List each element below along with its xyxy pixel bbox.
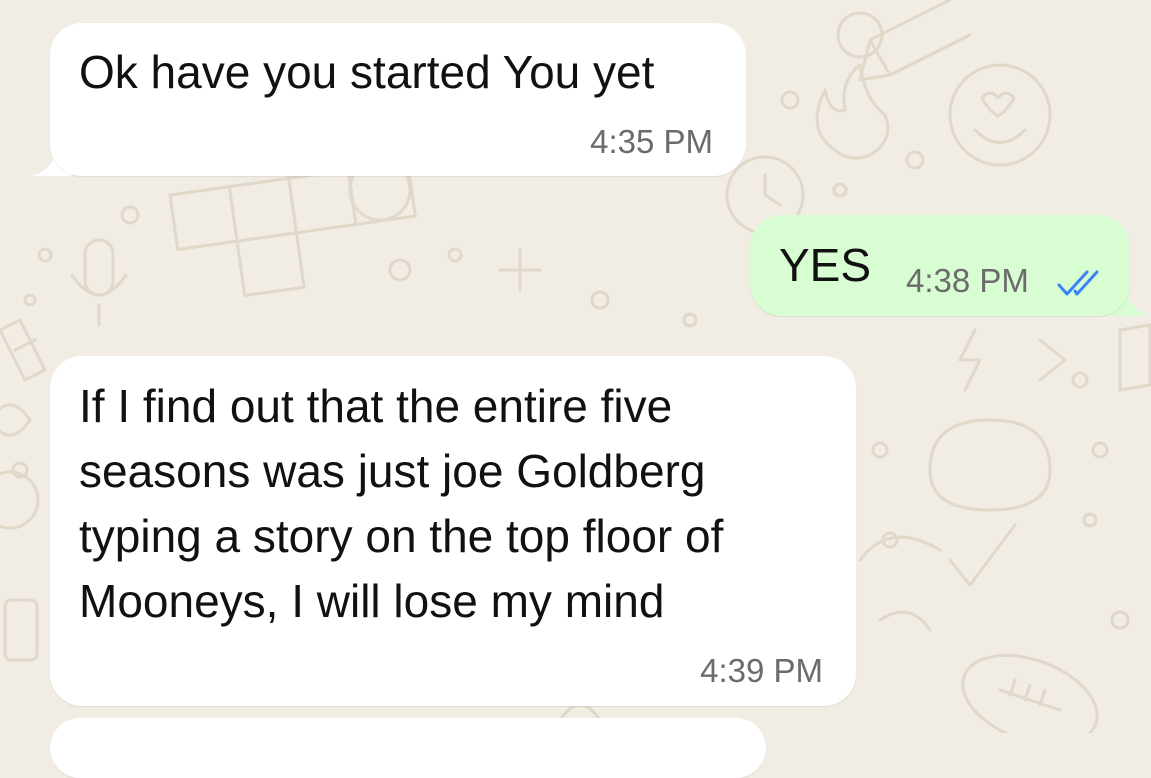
football-doodle-icon: [961, 653, 1099, 733]
double-check-read-icon: [1057, 270, 1099, 296]
checkbox-doodle-icon: [948, 523, 1017, 587]
bolt-doodle-icon: [958, 323, 1151, 392]
message-bubble-incoming[interactable]: If I find out that the entire five seaso…: [50, 356, 856, 706]
message-timestamp: 4:35 PM: [590, 123, 713, 160]
message-bubble-partial[interactable]: [50, 718, 766, 778]
message-text: YES: [779, 239, 872, 291]
message-timestamp: 4:38 PM: [906, 262, 1029, 299]
cloud-doodle-icon: [858, 418, 1052, 562]
message-bubble-outgoing[interactable]: YES 4:38 PM: [750, 215, 1130, 316]
lens-doodle-icon: [0, 403, 40, 662]
message-timestamp: 4:39 PM: [700, 652, 823, 689]
message-text: Ok have you started You yet: [79, 46, 655, 98]
flame-doodle-icon: [815, 63, 890, 160]
smiley-doodle-icon: [948, 63, 1052, 167]
message-text: If I find out that the entire five seaso…: [79, 380, 724, 627]
pencil-doodle-icon: [858, 0, 972, 82]
microphone-doodle-icon: [70, 238, 128, 327]
message-bubble-incoming[interactable]: Ok have you started You yet 4:35 PM: [50, 23, 746, 176]
